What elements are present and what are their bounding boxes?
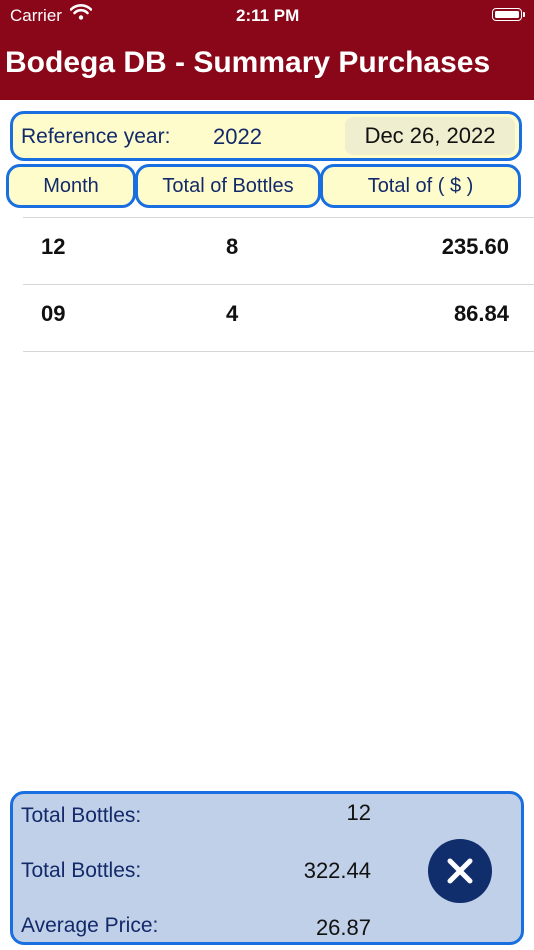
close-icon — [447, 858, 473, 884]
cell-month: 09 — [41, 301, 66, 326]
cell-bottles: 8 — [226, 234, 239, 259]
reference-year-panel: Reference year: 2022 Dec 26, 2022 — [10, 111, 522, 161]
cell-bottles: 4 — [226, 301, 239, 326]
table-row[interactable]: 09 4 86.84 — [23, 284, 534, 352]
wifi-icon — [69, 4, 93, 25]
column-header-total-bottles: Total of Bottles — [135, 164, 321, 208]
date-picker-button[interactable]: Dec 26, 2022 — [345, 117, 515, 155]
battery-icon — [492, 8, 525, 21]
reference-year-label: Reference year: — [21, 125, 171, 148]
total-amount-label: Total Bottles: — [21, 859, 142, 882]
summary-panel: Total Bottles: 12 Total Bottles: 322.44 … — [10, 791, 524, 945]
close-button[interactable] — [428, 839, 492, 903]
total-bottles-value: 12 — [346, 800, 371, 825]
cell-month: 12 — [41, 234, 66, 259]
column-header-total-amount: Total of ( $ ) — [320, 164, 521, 208]
column-header-month: Month — [6, 164, 136, 208]
cell-total: 235.60 — [441, 234, 509, 259]
app-header: Carrier 2:11 PM Bodega DB - Summary Purc… — [0, 0, 534, 100]
page-title: Bodega DB - Summary Purchases — [5, 46, 491, 79]
reference-year-value: 2022 — [213, 124, 262, 149]
status-time: 2:11 PM — [236, 6, 300, 25]
total-bottles-label: Total Bottles: — [21, 804, 142, 827]
purchases-table: 12 8 235.60 09 4 86.84 — [23, 217, 534, 352]
table-row[interactable]: 12 8 235.60 — [23, 217, 534, 284]
cell-total: 86.84 — [453, 301, 509, 326]
average-price-value: 26.87 — [315, 915, 371, 940]
carrier-label: Carrier — [10, 6, 62, 25]
average-price-label: Average Price: — [21, 914, 159, 937]
total-amount-value: 322.44 — [303, 858, 371, 883]
